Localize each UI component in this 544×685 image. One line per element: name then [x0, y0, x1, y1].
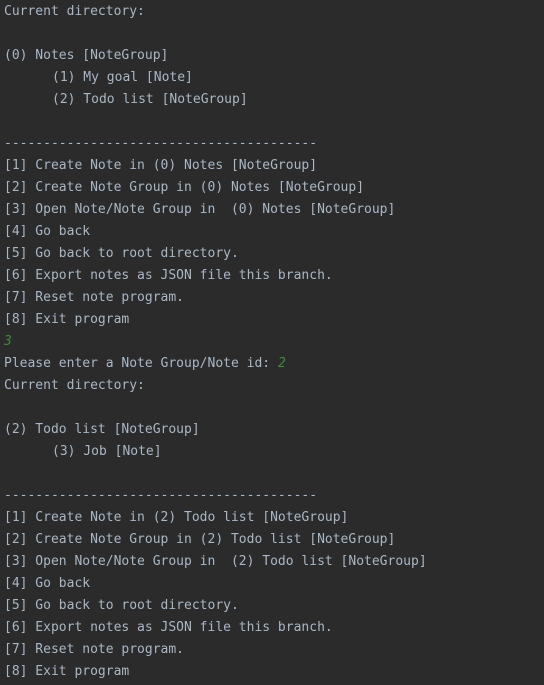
menu-option: [4] Go back: [4, 576, 91, 591]
console-output[interactable]: Current directory: (0) Notes [NoteGroup]…: [4, 0, 544, 685]
prompt-text: Please enter a Note Group/Note id:: [4, 356, 278, 371]
child-entry: (3) Job [Note]: [52, 444, 162, 459]
menu-option: [3] Open Note/Note Group in (0) Notes [N…: [4, 202, 396, 217]
menu-option: [4] Go back: [4, 224, 91, 239]
menu-option: [2] Create Note Group in (2) Todo list […: [4, 532, 396, 547]
menu-option: [7] Reset note program.: [4, 642, 185, 657]
menu-option: [2] Create Note Group in (0) Notes [Note…: [4, 180, 365, 195]
current-directory-label: Current directory:: [4, 378, 145, 393]
menu-option: [1] Create Note in (2) Todo list [NoteGr…: [4, 510, 349, 525]
menu-option: [6] Export notes as JSON file this branc…: [4, 268, 333, 283]
menu-option: [5] Go back to root directory.: [4, 598, 239, 613]
separator: ----------------------------------------: [4, 136, 318, 151]
user-input: 3: [4, 334, 12, 349]
child-entry: (1) My goal [Note]: [52, 70, 193, 85]
menu-option: [1] Create Note in (0) Notes [NoteGroup]: [4, 158, 318, 173]
current-directory-label: Current directory:: [4, 4, 145, 19]
separator: ----------------------------------------: [4, 488, 318, 503]
prompt-line: Please enter a Note Group/Note id: 2: [4, 353, 544, 375]
menu-option: [8] Exit program: [4, 312, 130, 327]
user-input: 2: [277, 356, 286, 371]
menu-option: [3] Open Note/Note Group in (2) Todo lis…: [4, 554, 427, 569]
menu-option: [6] Export notes as JSON file this branc…: [4, 620, 333, 635]
menu-option: [8] Exit program: [4, 664, 130, 679]
menu-option: [5] Go back to root directory.: [4, 246, 239, 261]
child-entry: (2) Todo list [NoteGroup]: [52, 92, 248, 107]
directory-entry: (0) Notes [NoteGroup]: [4, 48, 169, 63]
menu-option: [7] Reset note program.: [4, 290, 185, 305]
directory-entry: (2) Todo list [NoteGroup]: [4, 422, 200, 437]
